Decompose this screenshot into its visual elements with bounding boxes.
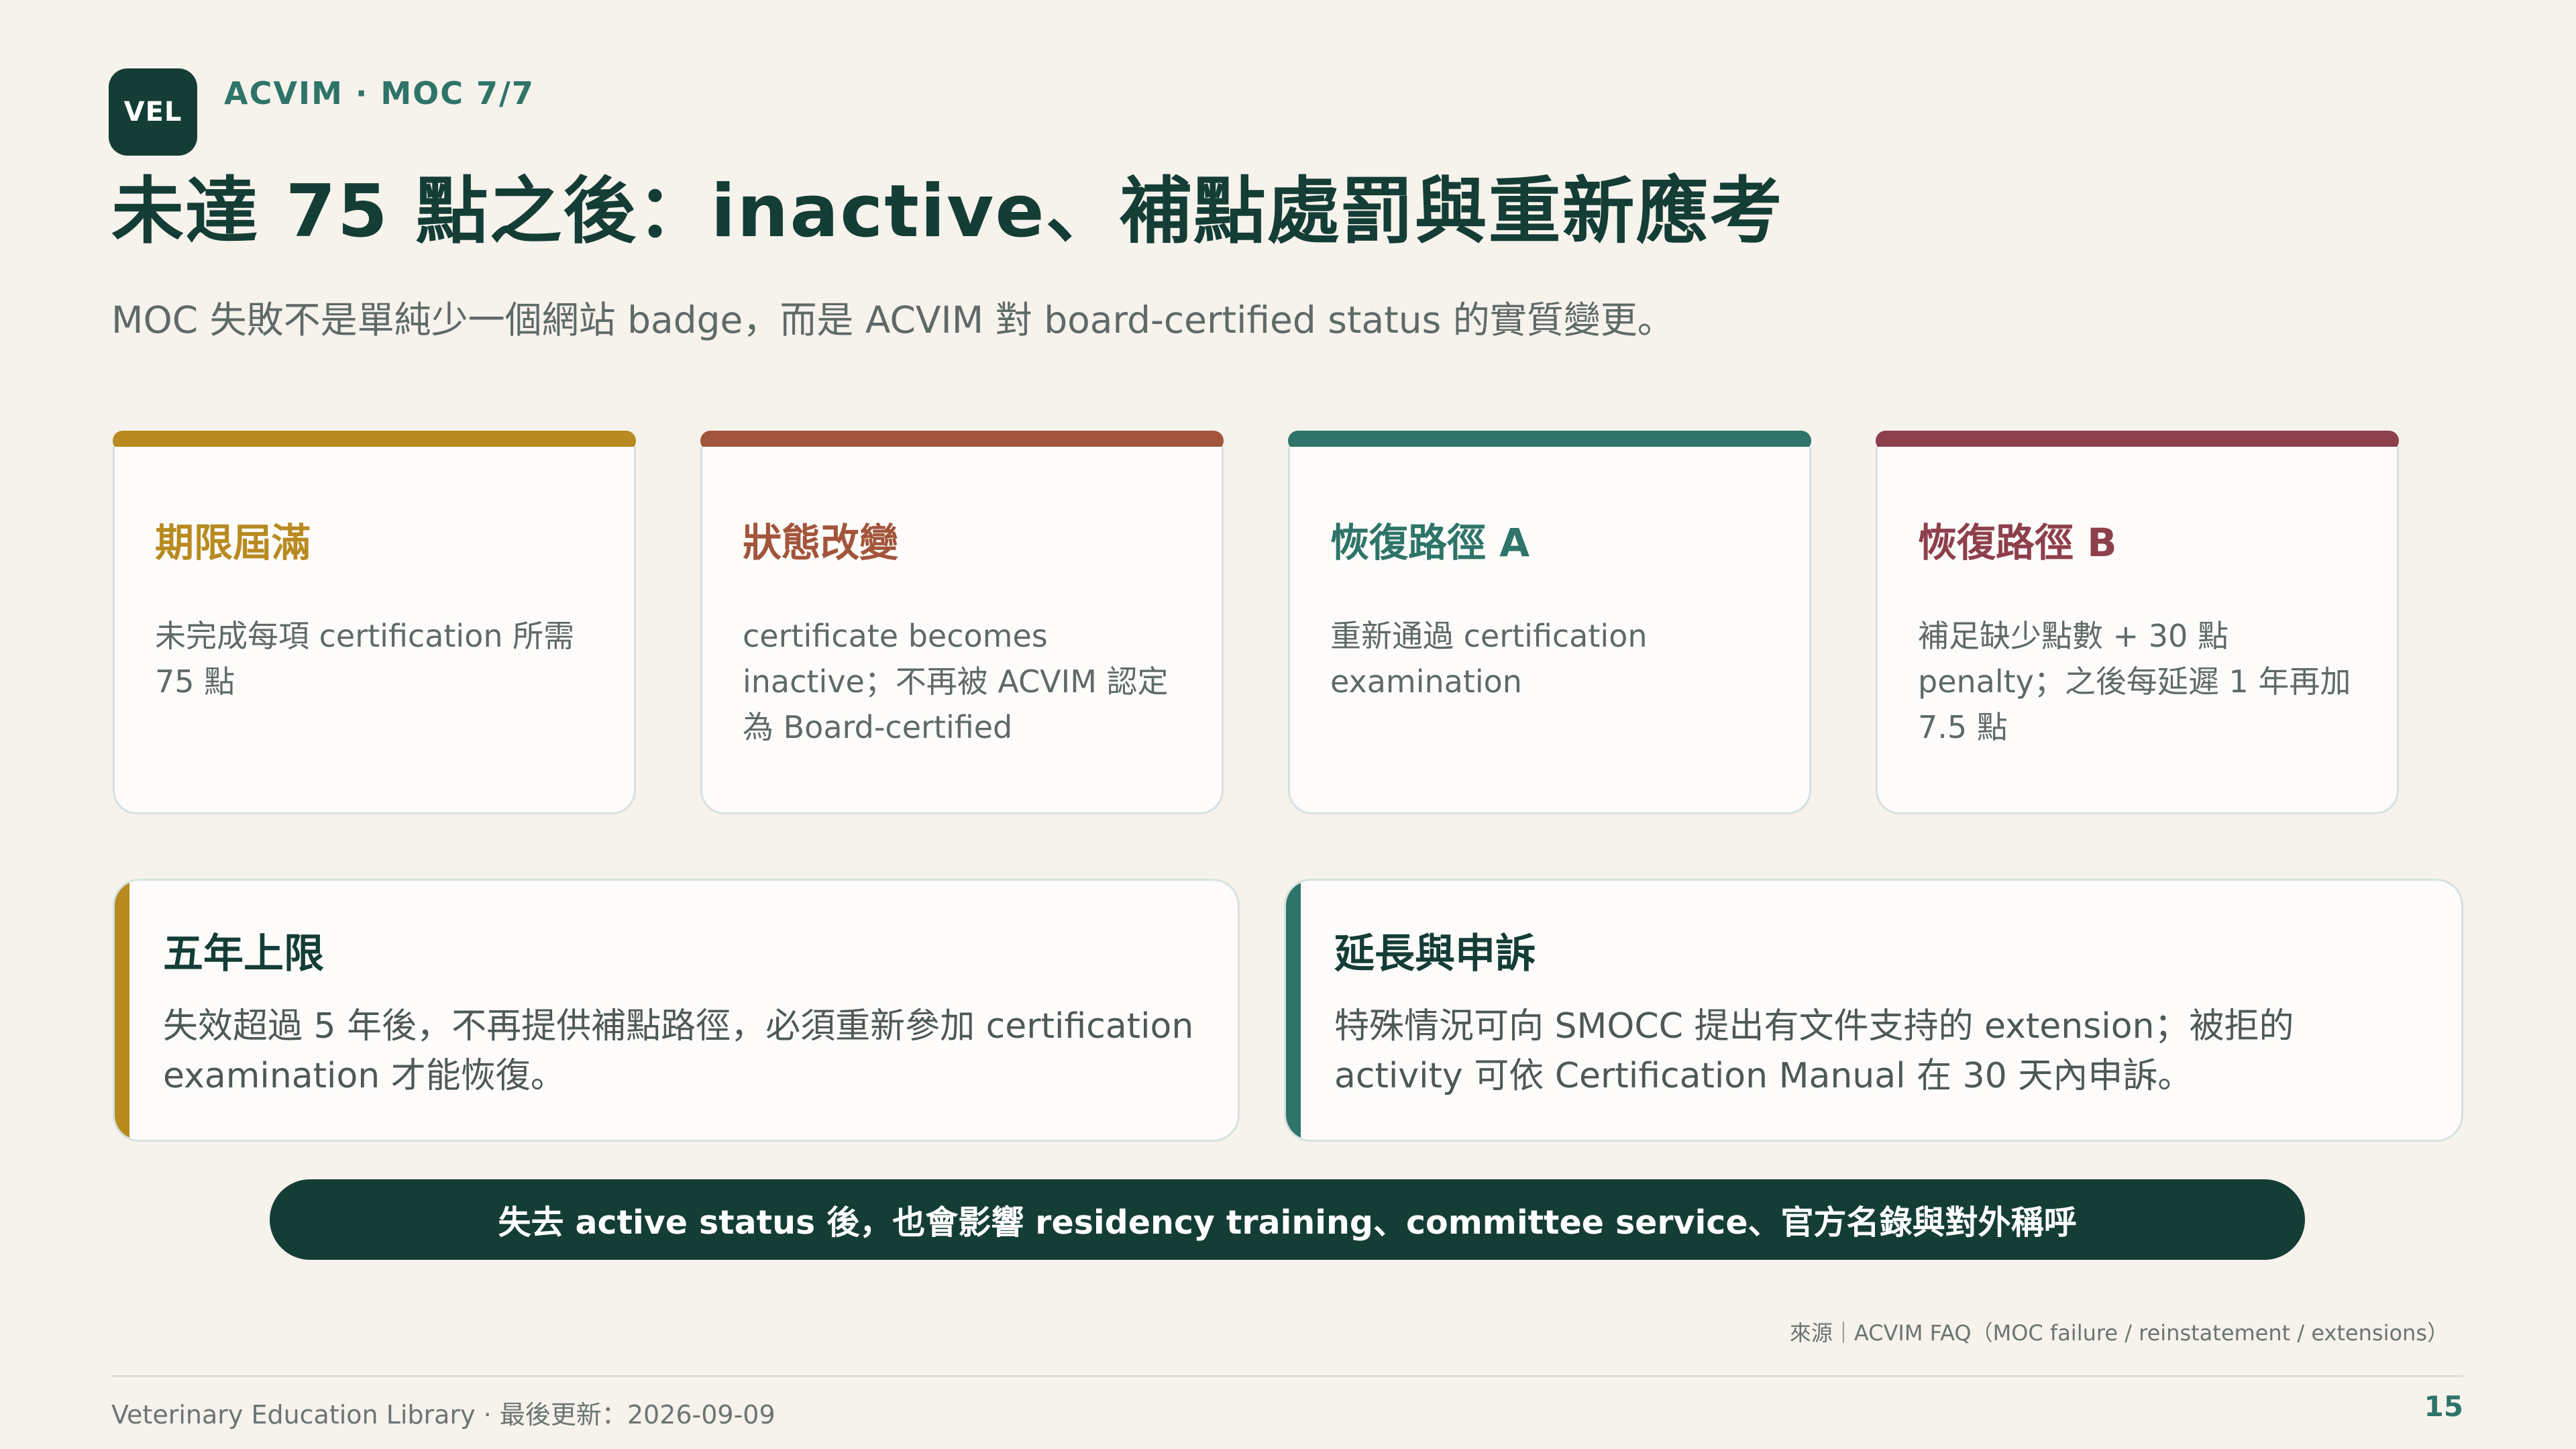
card-text: certificate becomes inactive；不再被 ACVIM 認… [743, 618, 1169, 745]
panel-text: 失效超過 5 年後，不再提供補點路徑，必須重新參加 certification … [163, 1006, 1194, 1096]
banner-text: 失去 active status 後，也會影響 residency traini… [498, 1203, 2077, 1242]
breadcrumb: ACVIM · MOC 7/7 [224, 75, 535, 111]
page-subtitle: MOC 失敗不是單純少一個網站 badge，而是 ACVIM 對 board-c… [111, 299, 1674, 341]
vel-logo-badge: VEL [109, 68, 197, 156]
summary-banner: 失去 active status 後，也會影響 residency traini… [270, 1179, 2305, 1260]
card-deadline: 期限屆滿 未完成每項 certification 所需 75 點 [113, 431, 636, 814]
badge-text: VEL [123, 97, 182, 127]
panel-extension-appeal: 延長與申訴 特殊情況可向 SMOCC 提出有文件支持的 extension；被拒… [1284, 879, 2463, 1142]
panel-title: 延長與申訴 [1334, 930, 1536, 977]
page-title: 未達 75 點之後：inactive、補點處罰與重新應考 [111, 170, 1784, 254]
card-path-b: 恢復路徑 B 補足缺少點數 + 30 點 penalty；之後每延遲 1 年再加… [1876, 431, 2399, 814]
source-citation: 來源｜ACVIM FAQ（MOC failure / reinstatement… [1789, 1320, 2449, 1346]
card-title: 恢復路徑 B [1918, 520, 2117, 566]
card-body: 恢復路徑 B 補足缺少點數 + 30 點 penalty；之後每延遲 1 年再加… [1876, 447, 2399, 814]
card-title: 期限屆滿 [155, 520, 311, 566]
card-text: 補足缺少點數 + 30 點 penalty；之後每延遲 1 年再加 7.5 點 [1918, 618, 2351, 745]
card-text: 未完成每項 certification 所需 75 點 [155, 618, 575, 700]
card-body: 期限屆滿 未完成每項 certification 所需 75 點 [113, 447, 636, 814]
footer-text: Veterinary Education Library · 最後更新：2026… [111, 1400, 775, 1430]
panel-five-year-limit: 五年上限 失效超過 5 年後，不再提供補點路徑，必須重新參加 certifica… [113, 879, 1240, 1142]
card-path-a: 恢復路徑 A 重新通過 certification examination [1288, 431, 1811, 814]
panel-title: 五年上限 [163, 930, 324, 977]
panel-accent [1286, 881, 1301, 1140]
panel-text: 特殊情況可向 SMOCC 提出有文件支持的 extension；被拒的 acti… [1334, 1006, 2294, 1096]
card-title: 狀態改變 [743, 520, 899, 566]
page-number: 15 [2424, 1390, 2463, 1423]
card-body: 狀態改變 certificate becomes inactive；不再被 AC… [700, 447, 1224, 814]
panel-accent [115, 881, 129, 1140]
card-status-change: 狀態改變 certificate becomes inactive；不再被 AC… [700, 431, 1224, 814]
footer-divider [111, 1375, 2463, 1377]
card-body: 恢復路徑 A 重新通過 certification examination [1288, 447, 1811, 814]
card-title: 恢復路徑 A [1330, 520, 1530, 566]
card-text: 重新通過 certification examination [1330, 618, 1648, 700]
